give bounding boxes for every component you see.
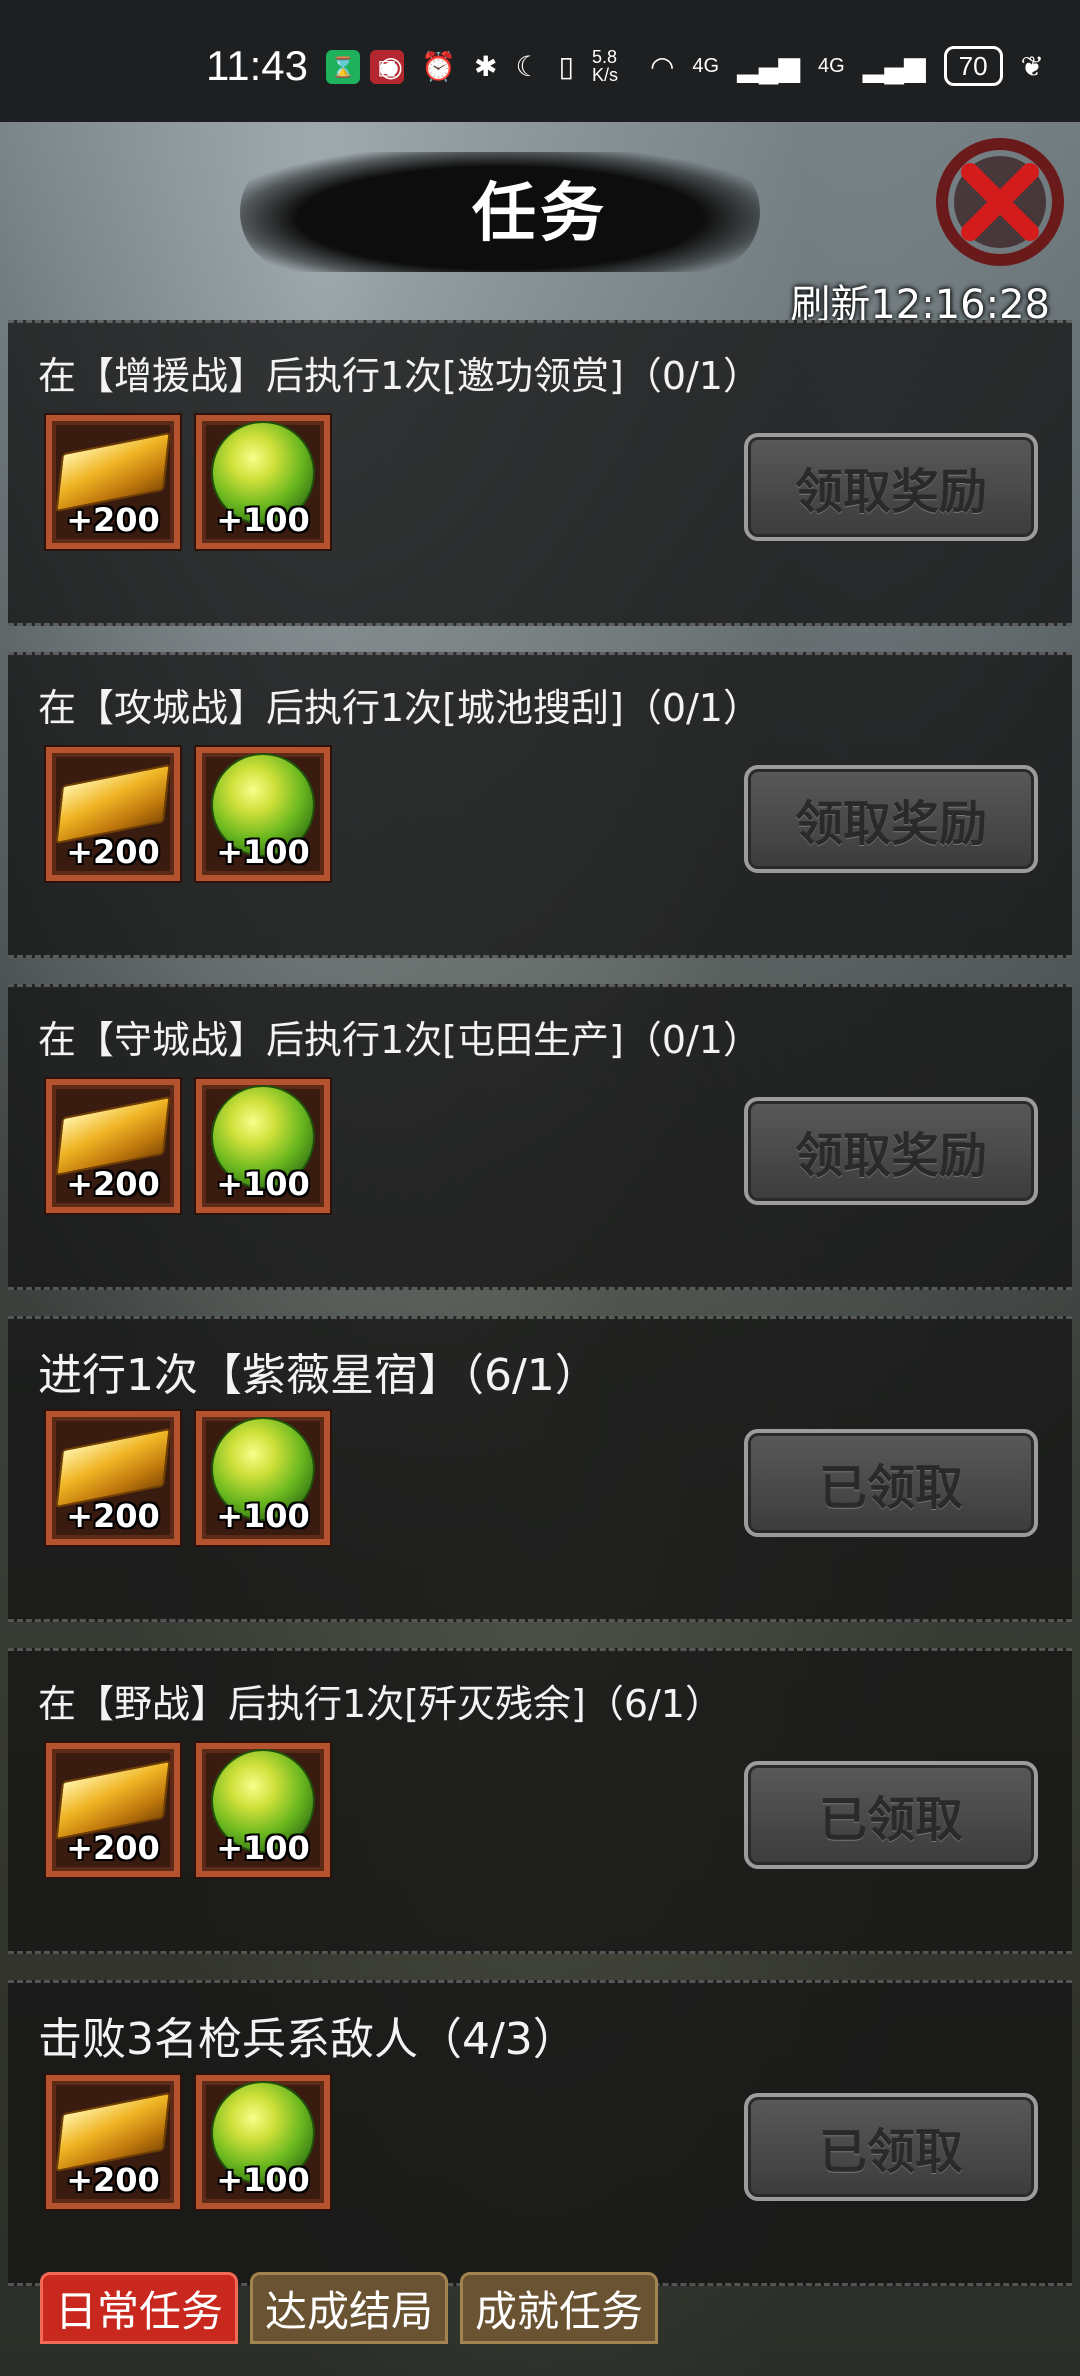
claim-reward-button[interactable]: 领取奖励: [744, 433, 1038, 541]
reward-amount: +100: [216, 1497, 310, 1535]
reward-amount: +200: [66, 833, 160, 871]
reward-amount: +100: [216, 2161, 310, 2199]
reward-list: +200 +100: [46, 2075, 330, 2209]
reward-orb[interactable]: +100: [196, 1743, 330, 1877]
reward-amount: +200: [66, 1829, 160, 1867]
reward-amount: +100: [216, 833, 310, 871]
task-row: 在【增援战】后执行1次[邀功领赏]（0/1） +200 +100 领取奖励: [8, 320, 1072, 626]
reward-orb[interactable]: +100: [196, 747, 330, 881]
reward-orb[interactable]: +100: [196, 2075, 330, 2209]
reward-gold[interactable]: +200: [46, 2075, 180, 2209]
reward-list: +200 +100: [46, 415, 330, 549]
task-row: 在【野战】后执行1次[歼灭残余]（6/1） +200 +100 已领取: [8, 1648, 1072, 1954]
task-row: 在【攻城战】后执行1次[城池搜刮]（0/1） +200 +100 领取奖励: [8, 652, 1072, 958]
battery-indicator: 70: [943, 46, 1003, 86]
claim-reward-button[interactable]: 领取奖励: [744, 765, 1038, 873]
reward-gold[interactable]: +200: [46, 1743, 180, 1877]
network-speed: 5.8 K/s: [591, 47, 618, 85]
task-description: 在【攻城战】后执行1次[城池搜刮]（0/1）: [38, 686, 761, 730]
task-list: 在【增援战】后执行1次[邀功领赏]（0/1） +200 +100 领取奖励 在【…: [8, 320, 1072, 2312]
reward-amount: +100: [216, 1829, 310, 1867]
task-description: 进行1次【紫薇星宿】（6/1）: [38, 1350, 599, 1401]
task-row: 在【守城战】后执行1次[屯田生产]（0/1） +200 +100 领取奖励: [8, 984, 1072, 1290]
reward-gold[interactable]: +200: [46, 415, 180, 549]
reward-amount: +200: [66, 1497, 160, 1535]
reward-gold[interactable]: +200: [46, 1411, 180, 1545]
task-description: 在【守城战】后执行1次[屯田生产]（0/1）: [38, 1018, 761, 1062]
claimed-button[interactable]: 已领取: [744, 1429, 1038, 1537]
reward-orb[interactable]: +100: [196, 1411, 330, 1545]
claimed-button[interactable]: 已领取: [744, 1761, 1038, 1869]
reward-amount: +200: [66, 2161, 160, 2199]
reward-gold[interactable]: +200: [46, 747, 180, 881]
reward-orb[interactable]: +100: [196, 1079, 330, 1213]
reward-orb[interactable]: +100: [196, 415, 330, 549]
task-row: 进行1次【紫薇星宿】（6/1） +200 +100 已领取: [8, 1316, 1072, 1622]
reward-list: +200 +100: [46, 1079, 330, 1213]
wifi-icon: ◠: [649, 50, 675, 82]
claimed-button[interactable]: 已领取: [744, 2093, 1038, 2201]
alarm-icon: ⏰: [421, 50, 456, 82]
page-title: 任务: [472, 177, 608, 251]
signal-bars-icon: ▂▄▆: [737, 50, 801, 82]
tab-daily-tasks[interactable]: 日常任务: [40, 2272, 239, 2344]
reward-list: +200 +100: [46, 1411, 330, 1545]
task-description: 击败3名枪兵系敌人（4/3）: [38, 2014, 577, 2065]
reward-amount: +200: [66, 1165, 160, 1203]
status-time: 11:43: [206, 42, 308, 89]
reward-gold[interactable]: +200: [46, 1079, 180, 1213]
claim-reward-button[interactable]: 领取奖励: [744, 1097, 1038, 1205]
reward-list: +200 +100: [46, 747, 330, 881]
bottom-tab-bar: 日常任务 达成结局 成就任务: [40, 2272, 659, 2344]
close-button[interactable]: [930, 132, 1070, 272]
task-row: 击败3名枪兵系敌人（4/3） +200 +100 已领取: [8, 1980, 1072, 2286]
tab-endings[interactable]: 达成结局: [250, 2272, 449, 2344]
reward-amount: +100: [216, 1165, 310, 1203]
tab-achievements[interactable]: 成就任务: [460, 2272, 659, 2344]
reward-amount: +200: [66, 501, 160, 539]
status-bar: 11:43 ⌛ ▣ ◉ ⏰ ✱ ☾ ▯ 5.8 K/s ◠ 4G ▂▄▆ 4G …: [0, 0, 1080, 122]
leaf-icon: ❦: [1020, 50, 1044, 82]
reward-list: +200 +100: [46, 1743, 330, 1877]
vibrate-icon: ▯: [558, 50, 574, 82]
hourglass-icon: ⌛: [326, 50, 360, 84]
task-description: 在【增援战】后执行1次[邀功领赏]（0/1）: [38, 354, 761, 398]
close-icon: [936, 138, 1064, 266]
header: 任务 刷新12:16:28: [0, 122, 1080, 332]
task-description: 在【野战】后执行1次[歼灭残余]（6/1）: [38, 1682, 723, 1726]
moon-icon: ☾: [515, 50, 541, 82]
eye-icon: ◉: [378, 50, 404, 82]
status-icons: ◉ ⏰ ✱ ☾ ▯ 5.8 K/s ◠ 4G ▂▄▆ 4G ▂▄▆ 70 ❦: [379, 44, 1044, 88]
signal-label-1: 4G: [692, 54, 720, 77]
signal-label-2: 4G: [818, 54, 845, 77]
bluetooth-icon: ✱: [473, 50, 498, 82]
signal-bars-icon-2: ▂▄▆: [862, 50, 926, 82]
reward-amount: +100: [216, 501, 310, 539]
